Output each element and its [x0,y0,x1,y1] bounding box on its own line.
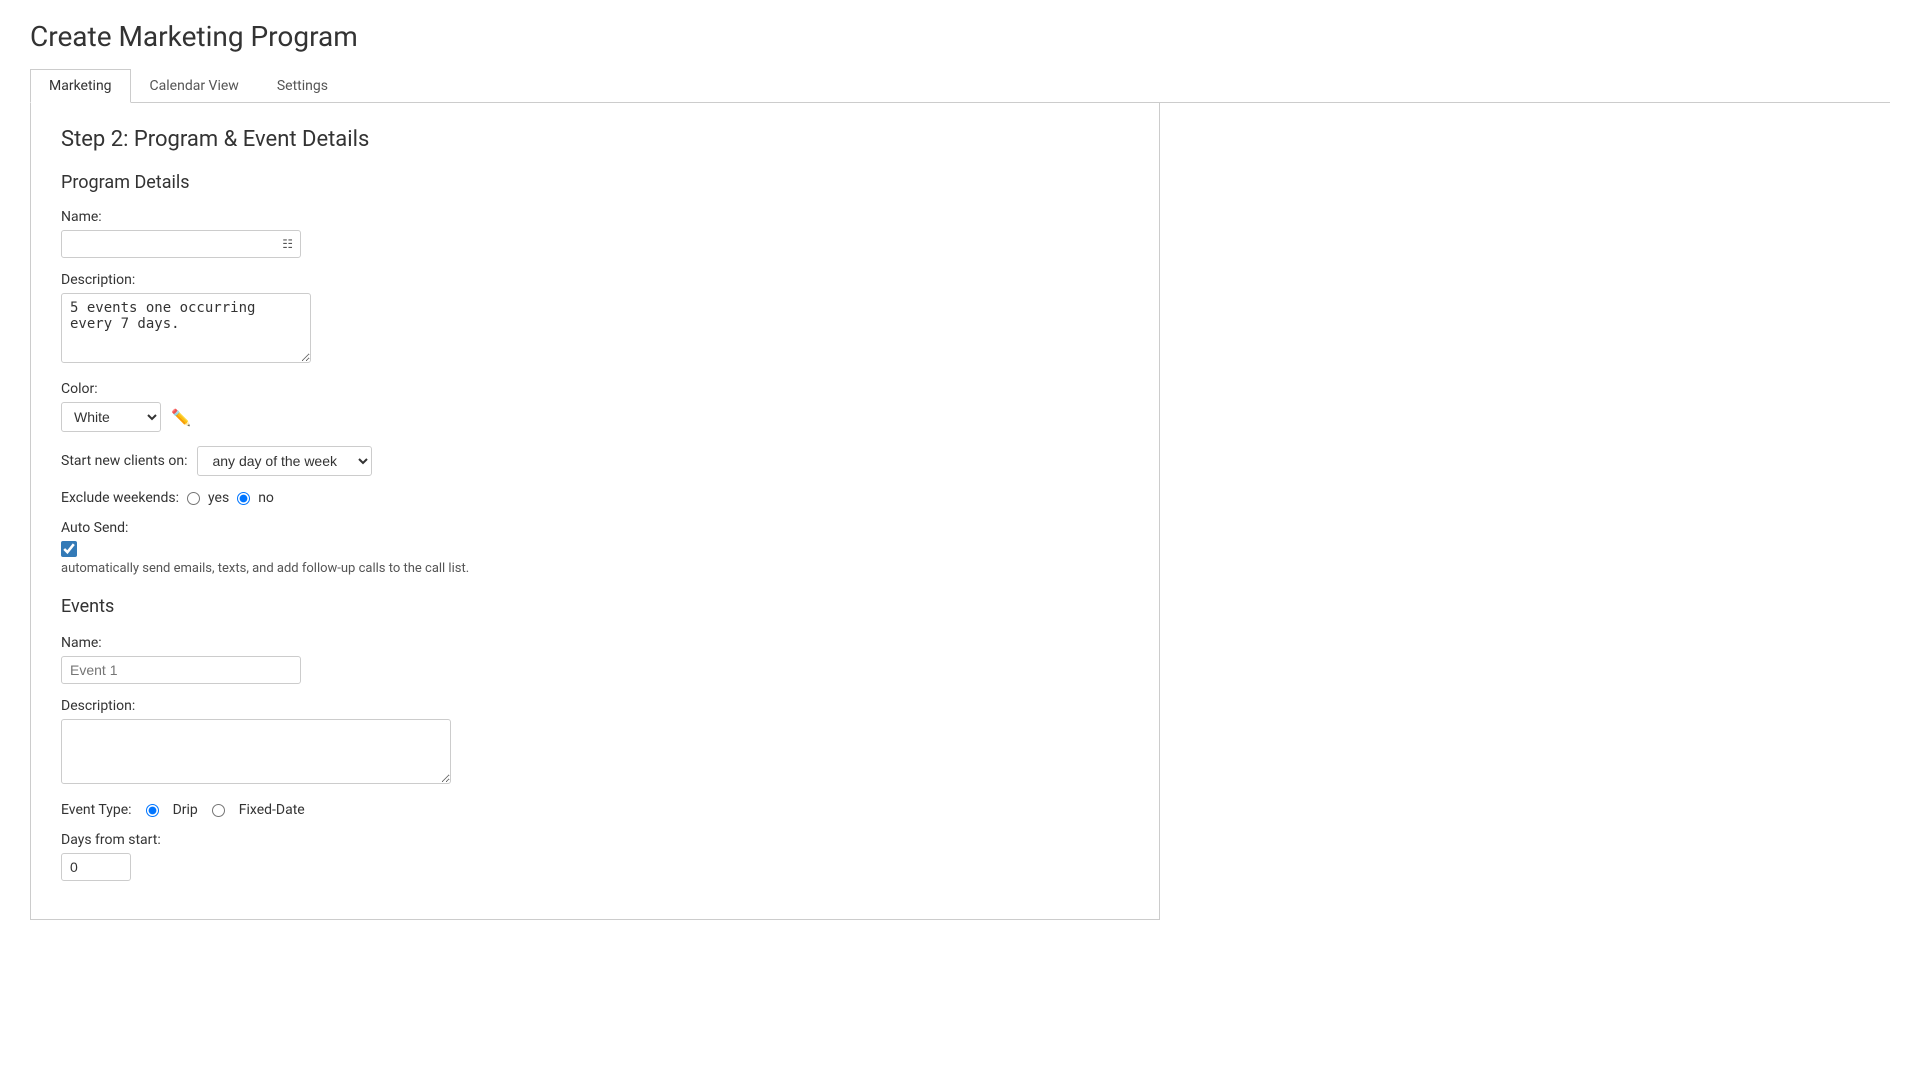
start-clients-field: Start new clients on: any day of the wee… [61,446,1129,476]
color-select[interactable]: White Red Blue Green Yellow [61,402,161,432]
event-type-fixed-radio[interactable] [212,804,225,817]
exclude-weekends-no-label: no [258,490,274,506]
auto-send-label: Auto Send: [61,520,1129,536]
event-description-textarea[interactable] [61,719,451,784]
page-title: Create Marketing Program [30,20,1890,53]
auto-send-section: Auto Send: automatically send emails, te… [61,520,1129,576]
tab-marketing[interactable]: Marketing [30,69,131,103]
event-type-field: Event Type: Drip Fixed-Date [61,802,1129,818]
events-section-title: Events [61,596,1129,617]
exclude-weekends-yes-radio[interactable] [187,492,200,505]
auto-send-checkbox[interactable] [61,541,77,557]
program-color-field: Color: White Red Blue Green Yellow ✏️ [61,381,1129,432]
step-title: Step 2: Program & Event Details [61,127,1129,152]
program-name-field: Name: ☷ [61,209,1129,258]
start-clients-select[interactable]: any day of the week Monday Tuesday Wedne… [197,446,372,476]
exclude-weekends-yes-label: yes [208,490,229,506]
program-color-label: Color: [61,381,1129,397]
program-name-label: Name: [61,209,1129,225]
event-type-fixed-label: Fixed-Date [239,802,305,818]
days-from-start-input[interactable] [61,853,131,881]
form-container: Step 2: Program & Event Details Program … [30,103,1160,920]
auto-send-description: automatically send emails, texts, and ad… [61,561,1129,576]
days-from-start-label: Days from start: [61,832,1129,848]
events-section-divider: Events [61,596,1129,617]
exclude-weekends-no-radio[interactable] [237,492,250,505]
event-description-label: Description: [61,698,1129,714]
event-type-drip-radio[interactable] [146,804,159,817]
tabs-container: Marketing Calendar View Settings [30,69,1890,103]
event-name-field: Name: [61,635,1129,684]
start-clients-label: Start new clients on: [61,453,187,469]
event-name-label: Name: [61,635,1129,651]
program-description-label: Description: [61,272,1129,288]
program-description-field: Description: [61,272,1129,367]
color-row: White Red Blue Green Yellow ✏️ [61,402,1129,432]
event-description-field: Description: [61,698,1129,788]
event-type-drip-label: Drip [173,802,198,818]
tab-settings[interactable]: Settings [258,69,347,103]
event-type-label: Event Type: [61,802,132,818]
auto-send-checkbox-row [61,541,1129,557]
pencil-icon[interactable]: ✏️ [171,408,191,427]
program-name-input-wrapper: ☷ [61,230,301,258]
days-from-start-field: Days from start: [61,832,1129,881]
exclude-weekends-field: Exclude weekends: yes no [61,490,1129,506]
event-name-input[interactable] [61,656,301,684]
exclude-weekends-label: Exclude weekends: [61,490,179,506]
program-description-textarea[interactable] [61,293,311,363]
program-details-section-title: Program Details [61,172,1129,193]
program-name-input[interactable] [61,230,301,258]
tab-calendar-view[interactable]: Calendar View [131,69,258,103]
